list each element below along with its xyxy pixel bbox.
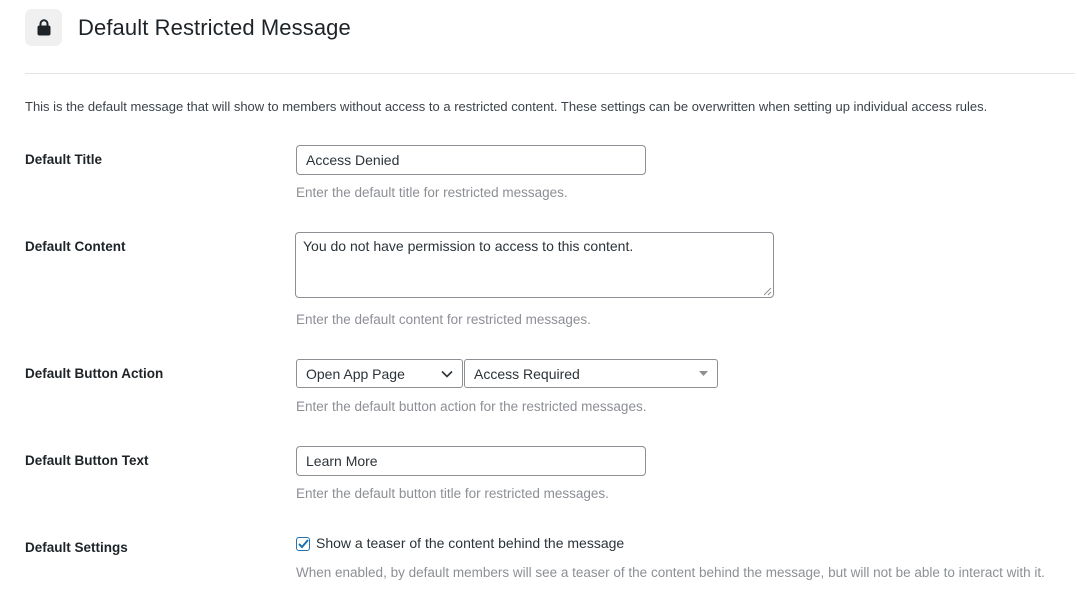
header-divider	[25, 73, 1075, 74]
default-button-action-help: Enter the default button action for the …	[296, 399, 647, 414]
default-button-action-label: Default Button Action	[25, 366, 164, 381]
default-title-input[interactable]: Access Denied	[296, 145, 646, 175]
intro-text: This is the default message that will sh…	[25, 99, 988, 114]
page-title: Default Restricted Message	[78, 14, 351, 40]
chevron-down-icon	[441, 370, 453, 378]
button-action-page-select[interactable]: Access Required	[464, 359, 718, 388]
resize-grip-icon[interactable]	[763, 287, 772, 296]
teaser-checkbox[interactable]	[296, 537, 310, 551]
section-header: Default Restricted Message	[25, 9, 351, 46]
default-settings-help: When enabled, by default members will se…	[296, 565, 1045, 580]
button-action-page-value: Access Required	[474, 365, 580, 382]
button-action-select[interactable]: Open App Page	[296, 359, 463, 388]
button-action-value: Open App Page	[306, 365, 405, 382]
section-icon-box	[25, 9, 62, 46]
default-content-help: Enter the default content for restricted…	[296, 312, 591, 327]
default-title-value: Access Denied	[306, 152, 400, 168]
default-content-value: You do not have permission to access to …	[303, 238, 634, 254]
default-settings-label: Default Settings	[25, 540, 128, 555]
default-button-text-label: Default Button Text	[25, 453, 149, 468]
default-content-label: Default Content	[25, 239, 126, 254]
teaser-checkbox-label[interactable]: Show a teaser of the content behind the …	[316, 535, 624, 551]
default-button-text-value: Learn More	[306, 453, 378, 469]
caret-down-icon	[699, 371, 708, 376]
default-button-text-input[interactable]: Learn More	[296, 446, 646, 476]
checkmark-icon	[297, 539, 309, 549]
lock-icon	[37, 19, 50, 36]
default-title-label: Default Title	[25, 152, 103, 167]
default-button-text-help: Enter the default button title for restr…	[296, 486, 609, 501]
default-content-textarea[interactable]: You do not have permission to access to …	[295, 232, 774, 298]
default-title-help: Enter the default title for restricted m…	[296, 185, 568, 200]
